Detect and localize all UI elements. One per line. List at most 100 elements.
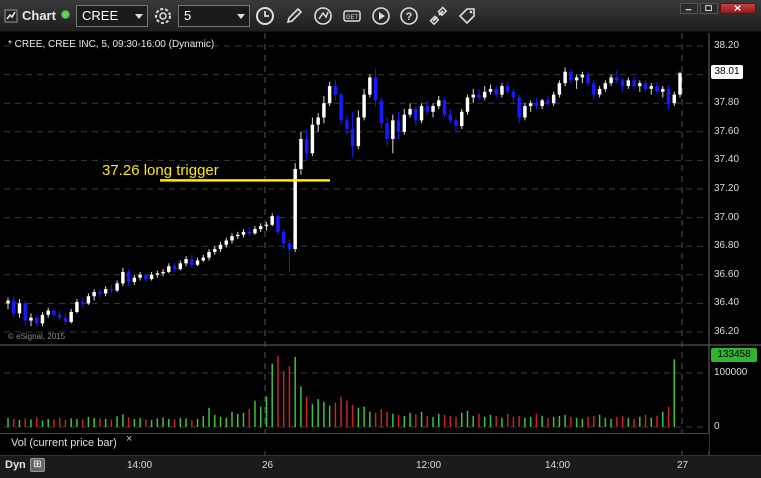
last-volume-badge: 133458 — [711, 348, 757, 362]
time-tick: 26 — [262, 460, 274, 471]
candle-body — [57, 314, 62, 318]
dynamic-toggle-icon[interactable]: ⊞ — [30, 458, 45, 472]
candle-body — [109, 289, 114, 291]
candle-body — [287, 243, 292, 250]
candle-body — [546, 100, 550, 104]
candle-body — [115, 283, 119, 291]
candle-body — [471, 94, 475, 98]
candle-body — [362, 94, 366, 118]
candle-body — [322, 103, 326, 118]
candle-body — [488, 88, 493, 92]
candle-body — [437, 100, 441, 107]
candle-body — [258, 226, 263, 230]
candle-body — [586, 74, 590, 84]
candle-body — [224, 240, 228, 245]
candle-body — [408, 108, 412, 115]
candle-body — [218, 244, 223, 250]
candle-body — [17, 303, 22, 314]
price-tick: 38.20 — [714, 40, 740, 51]
candle-body — [356, 117, 361, 147]
candle-body — [339, 94, 343, 121]
candle-body — [649, 86, 654, 89]
candle-body — [126, 271, 131, 282]
price-tick: 37.80 — [714, 97, 740, 109]
candle-body — [270, 216, 274, 225]
candle-body — [161, 271, 165, 274]
dynamic-label: Dyn — [5, 459, 26, 471]
candle-body — [661, 88, 665, 92]
candle-body — [92, 291, 96, 297]
volume-study-label[interactable]: Vol (current price bar) — [11, 437, 117, 449]
candle-body — [672, 94, 676, 104]
candle-body — [281, 231, 286, 244]
candle-body — [517, 97, 521, 118]
volume-tick-100000: 100000 — [714, 367, 748, 378]
candle-body — [132, 277, 137, 282]
candle-body — [666, 88, 671, 104]
candle-body — [80, 301, 85, 304]
price-tick: 36.60 — [714, 268, 740, 280]
candle-body — [184, 259, 188, 264]
candle-body — [563, 71, 567, 84]
candle-body — [551, 94, 556, 104]
candle-body — [264, 224, 269, 227]
price-tick: 36.80 — [714, 240, 740, 252]
candle-body — [615, 77, 619, 81]
time-tick: 14:00 — [127, 460, 153, 471]
candle-body — [304, 138, 309, 154]
candle-body — [643, 83, 648, 89]
price-tick: 37.20 — [714, 183, 740, 194]
candle-body — [592, 83, 596, 95]
candle-body — [46, 310, 50, 315]
chart-header: * CREE, CREE INC, 5, 09:30-16:00 (Dynami… — [8, 39, 215, 50]
candle-body — [6, 300, 10, 304]
candle-body — [569, 71, 573, 81]
candle-body — [34, 317, 39, 324]
candle-body — [253, 229, 257, 234]
volume-tick-0: 0 — [714, 421, 720, 432]
candle-body — [580, 74, 585, 78]
candle-body — [333, 86, 338, 95]
candle-body — [482, 91, 487, 98]
price-tick: 36.20 — [714, 326, 740, 337]
candle-body — [63, 317, 68, 322]
candle-body — [149, 274, 154, 280]
candle-body — [276, 216, 280, 232]
candle-body — [52, 310, 56, 315]
candle-body — [103, 289, 108, 294]
candle-body — [477, 94, 481, 98]
candle-body — [195, 260, 200, 265]
study-close-button[interactable]: × — [126, 433, 132, 445]
candle-body — [230, 236, 234, 241]
candle-body — [327, 86, 332, 104]
candle-body — [609, 77, 613, 84]
candle-body — [138, 274, 142, 278]
price-chart[interactable] — [0, 0, 761, 478]
price-tick: 37.60 — [714, 125, 740, 137]
candle-body — [540, 100, 544, 107]
candle-body — [207, 251, 211, 258]
candle-body — [201, 257, 206, 261]
time-axis-bar — [0, 455, 761, 478]
candle-body — [448, 114, 452, 121]
candle-body — [379, 100, 384, 124]
candle-body — [574, 77, 579, 81]
candle-body — [454, 120, 458, 127]
candle-body — [236, 234, 240, 237]
candle-body — [523, 106, 527, 118]
candle-body — [638, 83, 642, 87]
candle-body — [40, 314, 45, 324]
candle-body — [23, 303, 27, 321]
last-price-badge: 38.01 — [711, 65, 743, 79]
candle-body — [396, 120, 401, 132]
price-tick: 37.00 — [714, 211, 740, 223]
price-tick: 36.40 — [714, 297, 740, 309]
candle-body — [597, 88, 602, 95]
candle-body — [678, 73, 682, 95]
candle-body — [460, 111, 464, 127]
candle-body — [528, 103, 533, 107]
candle-body — [190, 259, 194, 265]
candle-body — [431, 106, 435, 112]
candle-body — [626, 80, 631, 87]
candle-body — [167, 266, 171, 272]
